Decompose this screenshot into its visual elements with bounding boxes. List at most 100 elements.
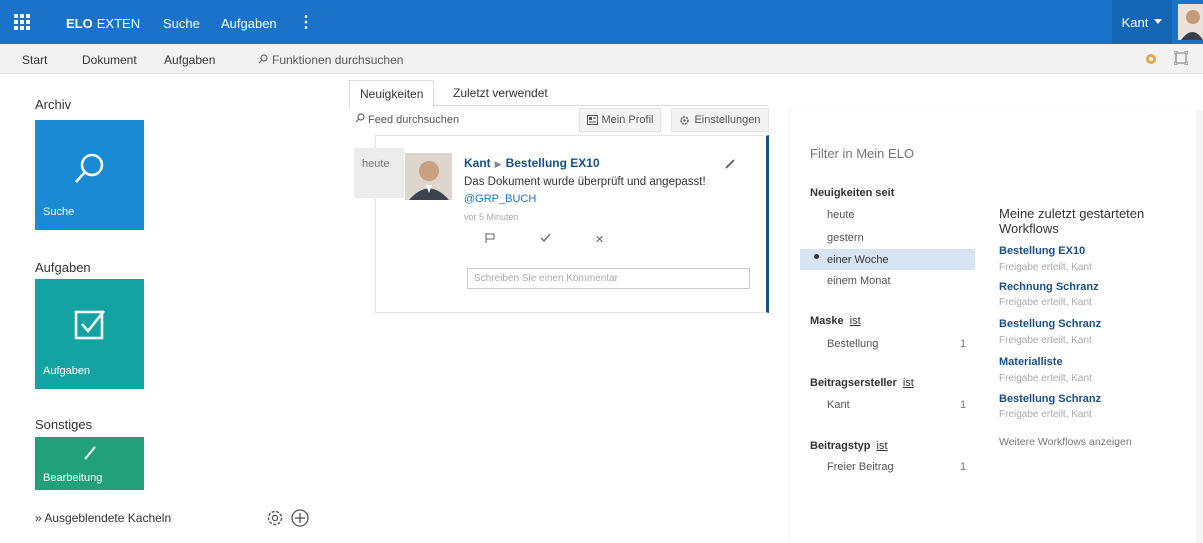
workflow-status: Freigabe erteilt, Kant xyxy=(999,373,1092,384)
search-icon xyxy=(35,150,144,186)
selected-bullet-icon xyxy=(814,254,819,259)
filter-head-since: Neuigkeiten seit xyxy=(810,187,895,199)
workflow-link[interactable]: Bestellung Schranz xyxy=(999,393,1101,405)
flag-icon[interactable] xyxy=(485,233,495,246)
post-author-link[interactable]: Kant xyxy=(464,156,491,170)
double-chevron-right-icon: » xyxy=(35,511,42,525)
tile-aufgaben[interactable]: Aufgaben xyxy=(35,279,144,389)
search-icon xyxy=(355,113,365,123)
fullscreen-icon[interactable] xyxy=(1173,50,1189,68)
gear-icon[interactable] xyxy=(265,508,285,531)
my-profile-button[interactable]: Mein Profil xyxy=(579,108,661,132)
filter-head-mask: Maske ist xyxy=(810,315,861,327)
feed-toolbar: Feed durchsuchen Mein Profil Einstellung… xyxy=(349,108,769,132)
tab-zuletzt-verwendet[interactable]: Zuletzt verwendet xyxy=(453,86,548,100)
secondary-toolbar: Start Dokument Aufgaben Funktionen durch… xyxy=(0,44,1203,74)
workflow-link[interactable]: Bestellung Schranz xyxy=(999,318,1101,330)
arrow-right-icon: ▶ xyxy=(494,159,502,169)
filter-since-today[interactable]: heute xyxy=(827,209,855,221)
feed-search-input[interactable]: Feed durchsuchen xyxy=(355,113,459,126)
filter-type-count: 1 xyxy=(960,461,967,473)
profile-card-icon xyxy=(586,115,598,125)
filter-author-count: 1 xyxy=(960,399,967,411)
scrollbar[interactable] xyxy=(1196,110,1203,543)
hidden-tiles-link[interactable]: » Ausgeblendete Kacheln xyxy=(35,511,171,525)
post-target-link[interactable]: Bestellung EX10 xyxy=(506,156,600,170)
filter-author-operator[interactable]: ist xyxy=(903,377,914,389)
settings-button[interactable]: Einstellungen xyxy=(671,108,769,132)
my-profile-label: Mein Profil xyxy=(601,114,654,126)
more-menu-icon[interactable]: ⋮ xyxy=(298,12,314,32)
filter-since-yesterday[interactable]: gestern xyxy=(827,232,864,244)
tile-aufgaben-label: Aufgaben xyxy=(43,365,91,377)
workflow-status: Freigabe erteilt, Kant xyxy=(999,409,1092,420)
filter-head-author: Beitragsersteller ist xyxy=(810,377,914,389)
function-search[interactable]: Funktionen durchsuchen xyxy=(258,53,403,67)
section-title-archiv: Archiv xyxy=(35,97,72,112)
app-launcher-icon[interactable] xyxy=(8,8,36,36)
workflow-link[interactable]: Bestellung EX10 xyxy=(999,245,1085,257)
post-header: Kant ▶ Bestellung EX10 xyxy=(464,156,600,170)
filter-type-operator[interactable]: ist xyxy=(877,440,888,452)
filter-title: Filter in Mein ELO xyxy=(810,146,915,161)
section-title-sonstiges: Sonstiges xyxy=(35,417,93,432)
gear-icon xyxy=(680,115,690,125)
filter-mask-count: 1 xyxy=(960,338,967,350)
post-author-avatar[interactable] xyxy=(405,153,452,200)
close-icon[interactable]: ✕ xyxy=(595,233,604,246)
filter-since-week[interactable]: einer Woche xyxy=(827,254,889,266)
workflow-status: Freigabe erteilt, Kant xyxy=(999,335,1092,346)
top-nav-suche[interactable]: Suche xyxy=(163,16,200,31)
workflow-status: Freigabe erteilt, Kant xyxy=(999,297,1092,308)
tile-bearbeitung[interactable]: Bearbeitung xyxy=(35,437,144,490)
brand-light: EXTEN xyxy=(96,16,141,31)
user-avatar[interactable] xyxy=(1178,4,1203,40)
tab-neuigkeiten[interactable]: Neuigkeiten xyxy=(349,80,435,108)
more-workflows-link[interactable]: Weitere Workflows anzeigen xyxy=(999,436,1132,448)
checkbox-checked-icon xyxy=(35,307,144,341)
workflow-link[interactable]: Rechnung Schranz xyxy=(999,281,1099,293)
plugin-icon[interactable] xyxy=(1144,51,1158,70)
feed-tabs: Neuigkeiten Zuletzt verwendet xyxy=(349,80,769,108)
workflow-link[interactable]: Materialliste xyxy=(999,356,1063,368)
top-nav-aufgaben[interactable]: Aufgaben xyxy=(221,16,277,31)
workflows-title: Meine zuletzt gestarteten Workflows xyxy=(999,206,1145,236)
filter-mask-label: Maske xyxy=(810,315,844,327)
filter-author-label: Beitragsersteller xyxy=(810,377,897,389)
tile-suche-label: Suche xyxy=(43,206,75,218)
filter-author-value[interactable]: Kant xyxy=(827,399,850,411)
like-icon[interactable] xyxy=(540,233,551,246)
pencil-icon xyxy=(35,445,144,461)
filter-mask-operator[interactable]: ist xyxy=(850,315,861,327)
hidden-tiles-label: Ausgeblendete Kacheln xyxy=(44,511,172,525)
chevron-down-icon xyxy=(1154,19,1163,24)
filter-since-month[interactable]: einem Monat xyxy=(827,275,891,287)
filter-type-label: Beitragstyp xyxy=(810,440,871,452)
subnav-dokument[interactable]: Dokument xyxy=(82,53,137,67)
post-date-label: heute xyxy=(354,148,404,198)
edit-post-icon[interactable] xyxy=(724,158,736,173)
section-title-aufgaben: Aufgaben xyxy=(35,260,91,275)
subnav-start[interactable]: Start xyxy=(22,53,47,67)
brand-logo[interactable]: ELO EXTEN xyxy=(66,16,140,31)
add-tile-icon[interactable] xyxy=(290,508,310,531)
post-mention-link[interactable]: @GRP_BUCH xyxy=(464,193,536,205)
subnav-aufgaben[interactable]: Aufgaben xyxy=(164,53,215,67)
tile-bearbeitung-label: Bearbeitung xyxy=(43,472,103,484)
feed-search-placeholder: Feed durchsuchen xyxy=(368,114,460,126)
workflow-status: Freigabe erteilt, Kant xyxy=(999,262,1092,273)
settings-label: Einstellungen xyxy=(694,114,761,126)
filter-type-value[interactable]: Freier Beitrag xyxy=(827,461,894,473)
search-icon xyxy=(258,54,268,64)
brand-bold: ELO xyxy=(66,16,93,31)
function-search-label: Funktionen durchsuchen xyxy=(272,53,404,67)
top-bar: ELO EXTEN Suche Aufgaben ⋮ Kant xyxy=(0,0,1203,44)
tile-suche[interactable]: Suche xyxy=(35,120,144,230)
post-timestamp: vor 5 Minuten xyxy=(464,212,519,222)
filter-mask-value[interactable]: Bestellung xyxy=(827,338,878,350)
comment-input[interactable]: Schreiben Sie einen Kommentar xyxy=(467,268,750,289)
user-menu[interactable]: Kant xyxy=(1112,0,1172,44)
filter-head-type: Beitragstyp ist xyxy=(810,440,888,452)
user-name: Kant xyxy=(1121,14,1149,30)
post-text: Das Dokument wurde überprüft und angepas… xyxy=(464,176,706,188)
